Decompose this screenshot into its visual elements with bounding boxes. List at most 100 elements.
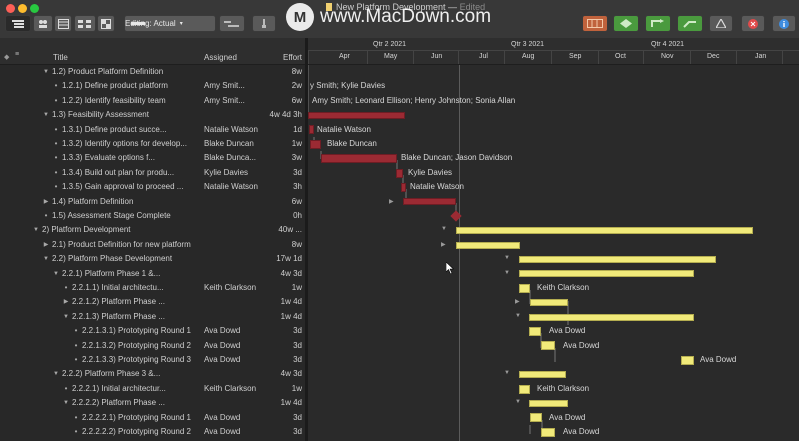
summary-bar[interactable]: [529, 399, 568, 407]
task-bar[interactable]: [310, 139, 321, 149]
assignment-label: Keith Clarkson: [537, 283, 590, 292]
task-bar[interactable]: [681, 355, 694, 365]
disclosure-collapsed-icon[interactable]: ▶: [42, 195, 50, 209]
resource-view-button[interactable]: [33, 15, 53, 32]
assigned-column-header[interactable]: Assigned: [204, 53, 237, 62]
task-bar[interactable]: [541, 427, 555, 437]
task-row[interactable]: ▼ 2.2) Platform Phase Development 17w 1d: [0, 252, 307, 266]
task-effort: 2w: [291, 81, 302, 91]
summary-bar[interactable]: [308, 111, 405, 119]
task-number: 1.2): [52, 67, 66, 76]
disclosure-expanded-icon[interactable]: ▼: [504, 255, 510, 261]
task-row[interactable]: • 1.2.2) Identify feasibility team Amy Smi…: [0, 94, 307, 108]
level-resources-button[interactable]: [582, 15, 608, 32]
task-row[interactable]: • 1.3.2) Identify options for develop... B…: [0, 137, 307, 151]
calendar-view-button[interactable]: [54, 15, 72, 32]
task-row[interactable]: • 2.2.1.3.2) Prototyping Round 2 Ava Dowd 3…: [0, 339, 307, 353]
task-row[interactable]: • 2.2.2.2.2) Prototyping Round 2 Ava Dowd 3…: [0, 425, 307, 439]
summary-bar[interactable]: [529, 313, 694, 321]
task-bar[interactable]: [309, 125, 314, 135]
disclosure-expanded-icon[interactable]: ▼: [62, 396, 70, 410]
disclosure-collapsed-icon[interactable]: ▶: [389, 198, 394, 205]
task-row[interactable]: • 1.5) Assessment Stage Complete 0h: [0, 209, 307, 223]
disclosure-expanded-icon[interactable]: ▼: [441, 226, 447, 232]
disclosure-collapsed-icon[interactable]: ▶: [515, 298, 520, 305]
info-button[interactable]: [772, 15, 796, 32]
inspector-button[interactable]: [252, 15, 276, 32]
disclosure-expanded-icon[interactable]: ▼: [42, 65, 50, 79]
task-effort: 1w 4d: [280, 297, 302, 307]
task-bar[interactable]: [519, 384, 530, 394]
task-row[interactable]: ▼ 1.2) Product Platform Definition 8w: [0, 65, 307, 79]
disclosure-expanded-icon[interactable]: ▼: [515, 313, 521, 319]
task-row[interactable]: • 1.3.5) Gain approval to proceed ... Nata…: [0, 180, 307, 194]
disclosure-expanded-icon[interactable]: ▼: [52, 267, 60, 281]
task-bar[interactable]: [396, 168, 403, 178]
effort-column-header[interactable]: Effort: [283, 53, 302, 62]
disclosure-expanded-icon[interactable]: ▼: [504, 370, 510, 376]
disclosure-expanded-icon[interactable]: ▼: [515, 399, 521, 405]
task-row[interactable]: • 2.2.2.1) Initial architectur... Keith Cl…: [0, 382, 307, 396]
task-row[interactable]: • 1.3.3) Evaluate options f... Blake Dunca…: [0, 151, 307, 165]
disclosure-collapsed-icon[interactable]: ▶: [62, 295, 70, 309]
task-row[interactable]: • 2.2.1.3.1) Prototyping Round 1 Ava Dowd 3…: [0, 324, 307, 338]
close-window-button[interactable]: [6, 4, 15, 13]
task-title: 1.3) Feasibility Assessment: [52, 108, 200, 122]
disclosure-collapsed-icon[interactable]: ▶: [42, 238, 50, 252]
status-column-icon[interactable]: ◆: [4, 53, 9, 61]
task-bar[interactable]: [530, 413, 542, 423]
disclosure-expanded-icon[interactable]: ▼: [32, 223, 40, 237]
task-row[interactable]: ▼ 2.2.2) Platform Phase 3 &... 4w 3d: [0, 367, 307, 381]
stop-button[interactable]: [741, 15, 765, 32]
network-view-button[interactable]: [74, 15, 96, 32]
task-row[interactable]: • 1.3.1) Define product succe... Natalie W…: [0, 123, 307, 137]
task-row[interactable]: • 2.2.1.1) Initial architectu... Keith Cla…: [0, 281, 307, 295]
task-row[interactable]: • 1.2.1) Define product platform Amy Smit.…: [0, 79, 307, 93]
summary-bar[interactable]: [519, 371, 566, 379]
task-name: Assessment Stage Complete: [67, 211, 171, 220]
editing-mode-select[interactable]: Editing: Actual ▾: [124, 15, 216, 32]
style-view-button[interactable]: [97, 15, 115, 32]
outline-view-button[interactable]: [5, 15, 31, 32]
title-column-header[interactable]: Title: [53, 53, 68, 62]
task-row[interactable]: ▼ 2.2.1) Platform Phase 1 &... 4w 3d: [0, 267, 307, 281]
task-bar[interactable]: [541, 341, 555, 351]
summary-bar[interactable]: [530, 299, 568, 307]
task-bar[interactable]: [321, 154, 397, 164]
critical-path-button[interactable]: [677, 15, 703, 32]
summary-bar[interactable]: [519, 255, 716, 263]
split-view-button[interactable]: [219, 15, 245, 32]
task-row[interactable]: ▶ 2.2.1.2) Platform Phase ... 1w 4d: [0, 295, 307, 309]
disclosure-collapsed-icon[interactable]: ▶: [441, 241, 446, 248]
task-row[interactable]: ▼ 2.2.1.3) Platform Phase ... 1w 4d: [0, 310, 307, 324]
inspector-icon: [262, 19, 266, 28]
baseline-button[interactable]: [645, 15, 671, 32]
task-row[interactable]: ▼ 2.2.2.2) Platform Phase ... 1w 4d: [0, 396, 307, 410]
minimize-window-button[interactable]: [18, 4, 27, 13]
task-row[interactable]: ▶ 1.4) Platform Definition 6w: [0, 195, 307, 209]
task-row[interactable]: ▶ 2.1) Product Definition for new platfor…: [0, 238, 307, 252]
task-row[interactable]: ▼ 1.3) Feasibility Assessment 4w 4d 3h: [0, 108, 307, 122]
disclosure-expanded-icon[interactable]: ▼: [42, 108, 50, 122]
summary-bar[interactable]: [403, 198, 456, 206]
task-bar[interactable]: [401, 182, 406, 192]
summary-bar[interactable]: [456, 227, 753, 235]
zoom-window-button[interactable]: [30, 4, 39, 13]
violations-button[interactable]: [709, 15, 733, 32]
task-row[interactable]: • 1.3.4) Build out plan for produ... Kylie…: [0, 166, 307, 180]
disclosure-expanded-icon[interactable]: ▼: [504, 270, 510, 276]
task-row[interactable]: • 2.2.2.2.1) Prototyping Round 1 Ava Dowd 3…: [0, 411, 307, 425]
task-row[interactable]: • 2.2.1.3.3) Prototyping Round 3 Ava Dowd 3…: [0, 353, 307, 367]
summary-bar[interactable]: [519, 270, 694, 278]
disclosure-expanded-icon[interactable]: ▼: [52, 367, 60, 381]
month-label: Jun: [431, 53, 443, 60]
disclosure-expanded-icon[interactable]: ▼: [62, 310, 70, 324]
summary-bar[interactable]: [456, 241, 520, 249]
disclosure-expanded-icon[interactable]: ▼: [42, 252, 50, 266]
task-bar[interactable]: [529, 326, 541, 336]
task-bar[interactable]: [519, 283, 530, 293]
task-row[interactable]: ▼ 2) Platform Development 40w ...: [0, 223, 307, 237]
row-handle-column-icon[interactable]: ≡: [15, 51, 19, 58]
outline-column-header: ◆ ≡ Title Assigned Effort: [0, 38, 307, 65]
catch-up-button[interactable]: [613, 15, 639, 32]
